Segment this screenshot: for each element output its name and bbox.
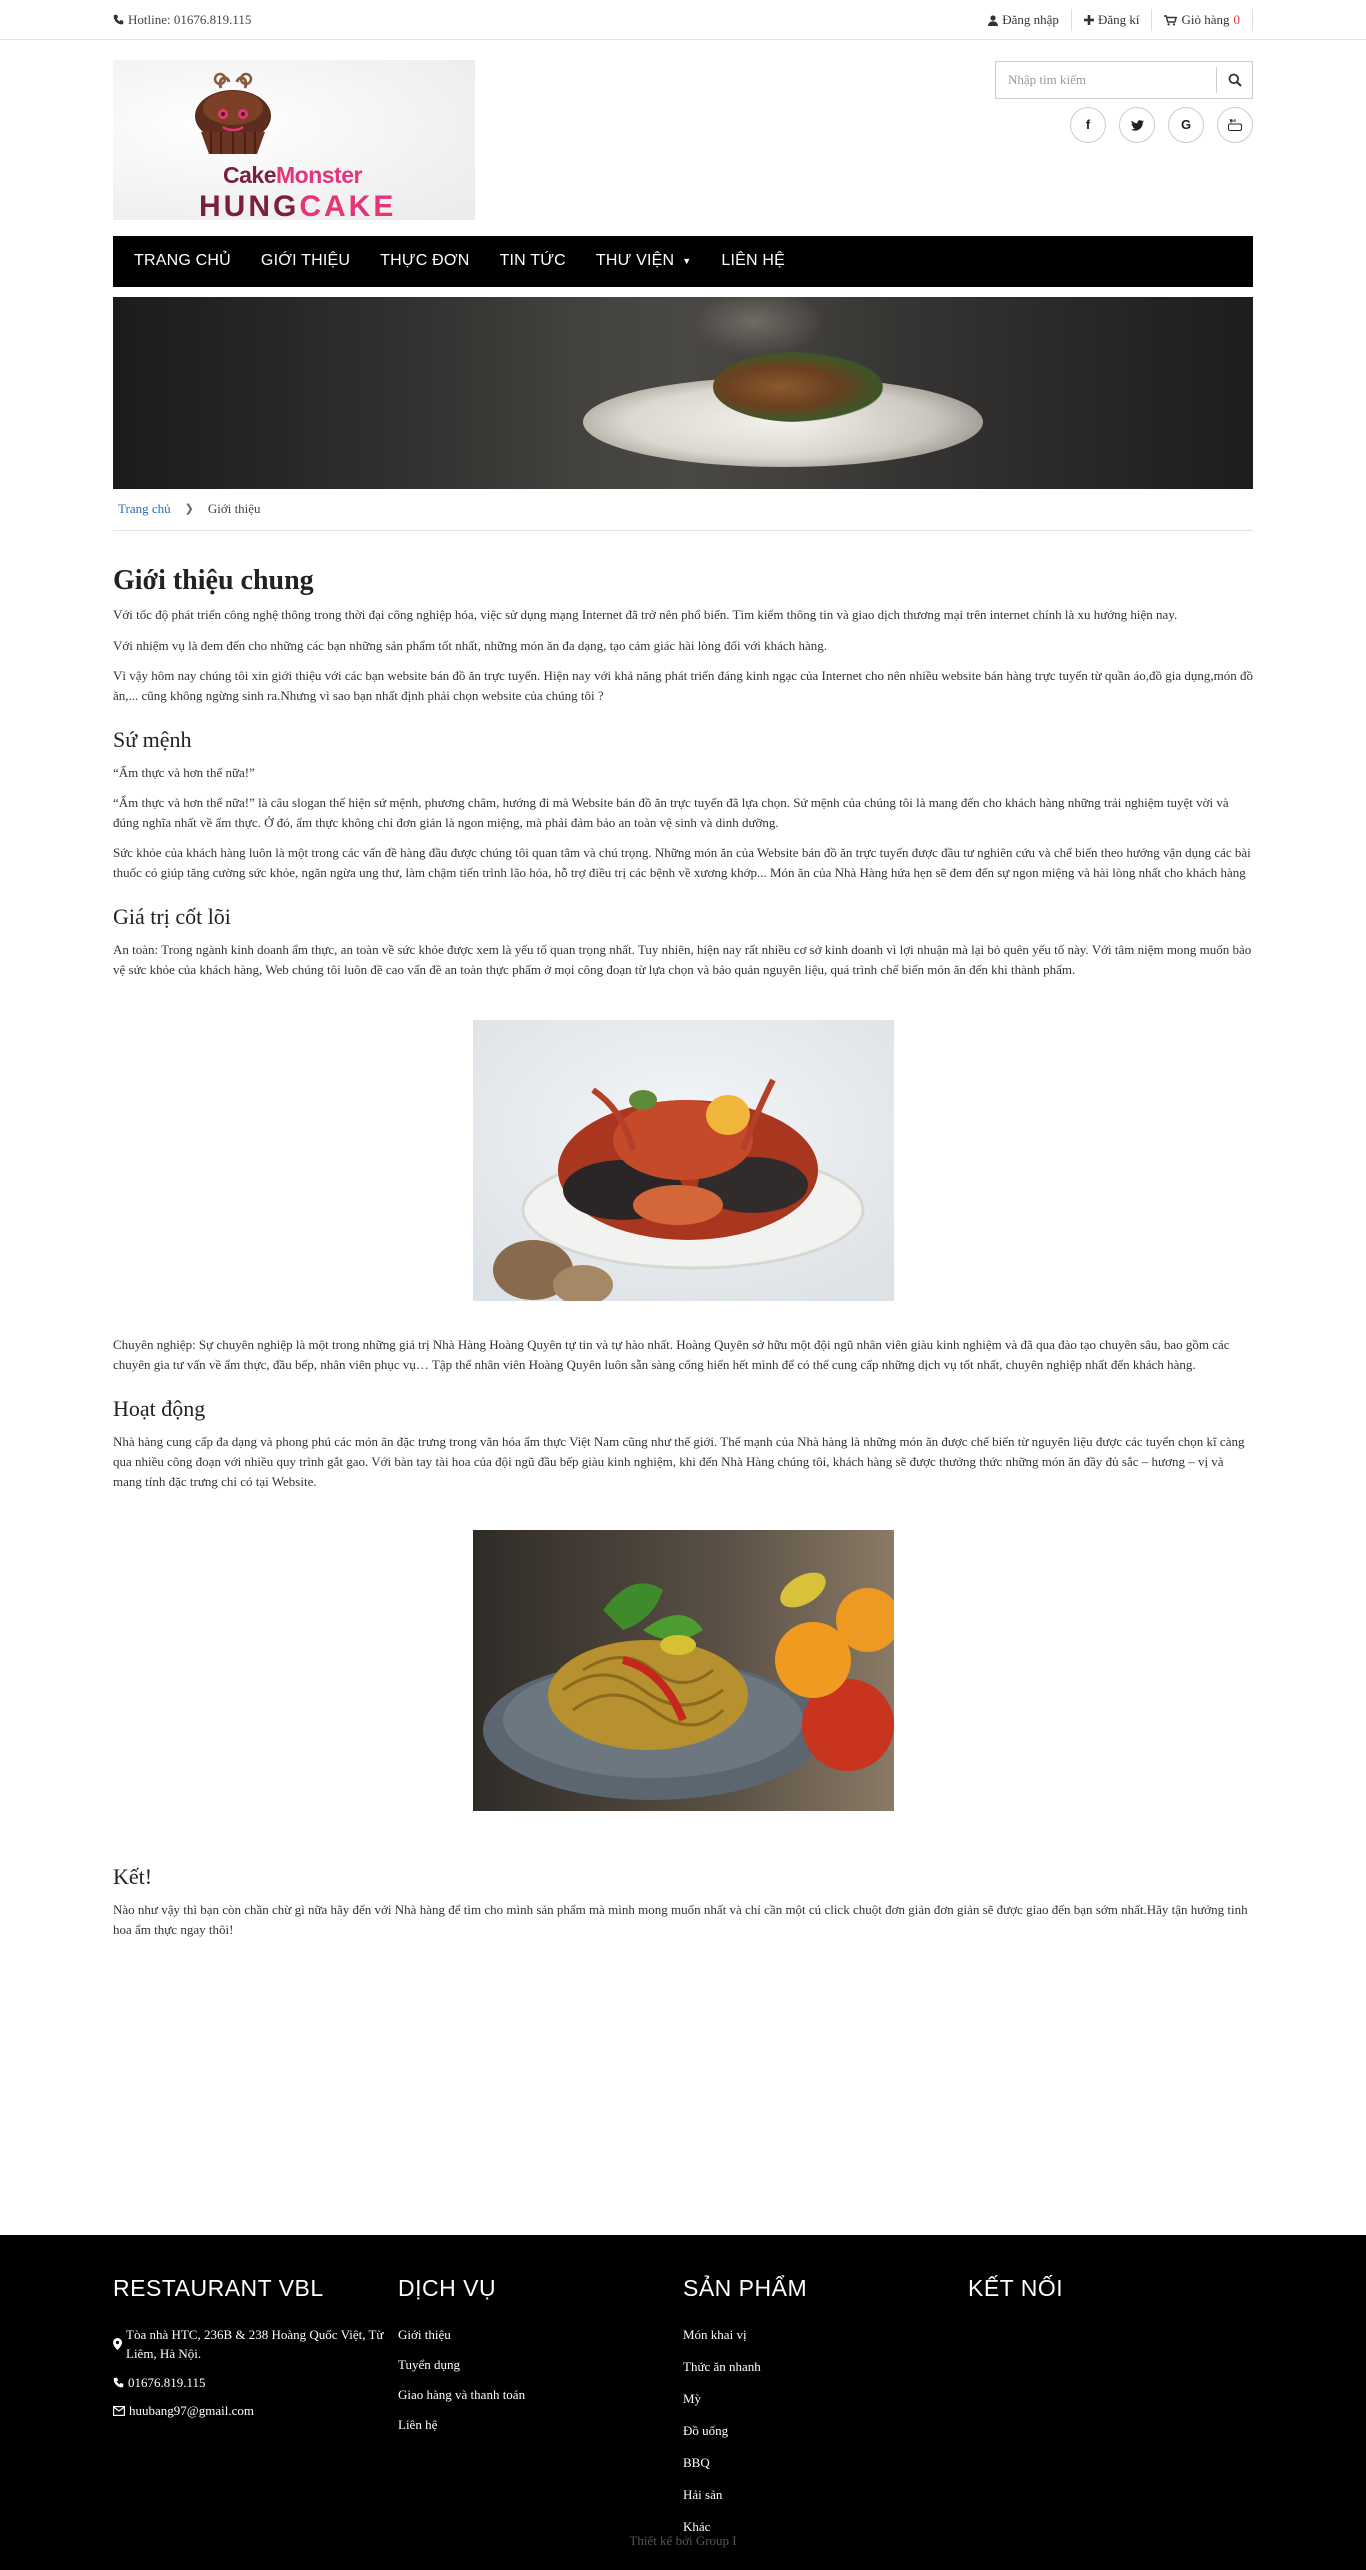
footer-link-appetizer[interactable]: Món khai vị: [683, 2325, 968, 2345]
hero-banner: [113, 297, 1253, 489]
register-link[interactable]: Đăng kí: [1070, 9, 1152, 31]
footer-phone-text: 01676.819.115: [128, 2374, 206, 2390]
values-heading: Giá trị cốt lõi: [113, 904, 231, 930]
cart-label: Giỏ hàng: [1181, 11, 1230, 27]
footer-address-text: Tòa nhà HTC, 236B & 238 Hoàng Quốc Việt,…: [126, 2326, 384, 2362]
nav-item-home[interactable]: TRANG CHỦ: [119, 236, 246, 287]
footer-email-text[interactable]: huubang97@gmail.com: [129, 2401, 254, 2421]
main-content: Giới thiệu chung Với tốc độ phát triển c…: [113, 531, 1253, 1940]
user-icon: [988, 14, 999, 26]
footer-link-recruitment[interactable]: Tuyển dụng: [398, 2355, 683, 2375]
mission-paragraph-2: “Ẩm thực và hơn thế nữa!” là câu slogan …: [113, 794, 1229, 830]
end-heading: Kết!: [113, 1864, 153, 1890]
cupcake-icon: [195, 72, 271, 154]
social-links: f G: [1070, 107, 1253, 143]
twitter-icon[interactable]: [1119, 107, 1155, 143]
footer-copyright: Thiết kế bởi Group I: [629, 2533, 737, 2548]
footer-link-drinks[interactable]: Đồ uống: [683, 2421, 968, 2441]
youtube-icon[interactable]: [1217, 107, 1253, 143]
cart-count: 0: [1233, 11, 1241, 27]
envelope-icon: [113, 2401, 125, 2421]
footer-col-connect: KẾT NỐI: [968, 2271, 1253, 2550]
top-bar: Hotline: 01676.819.115 Đăng nhập Đăng kí: [0, 0, 1366, 40]
cart-icon: [1164, 14, 1178, 26]
plus-icon: [1083, 15, 1094, 25]
search-input[interactable]: [996, 62, 1216, 98]
login-label: Đăng nhập: [1002, 11, 1059, 27]
logo-line2: HUNGCAKE: [199, 190, 397, 223]
footer-title-restaurant: RESTAURANT VBL: [113, 2275, 324, 2301]
pasta-image: [472, 1530, 894, 1812]
search-icon: [1228, 73, 1242, 87]
footer-link-bbq[interactable]: BBQ: [683, 2453, 968, 2473]
footer-phone: 01676.819.115: [113, 2373, 398, 2393]
hotline: Hotline: 01676.819.115: [113, 10, 251, 30]
chevron-right-icon: ❯: [184, 502, 194, 515]
header: CakeMonster HUNGCAKE f G: [113, 40, 1253, 236]
nav-item-about[interactable]: GIỚI THIỆU: [246, 236, 365, 287]
logo[interactable]: CakeMonster HUNGCAKE: [113, 60, 475, 223]
page: Hotline: 01676.819.115 Đăng nhập Đăng kí: [0, 0, 1366, 2570]
footer: RESTAURANT VBL Tòa nhà HTC, 236B & 238 H…: [0, 2235, 1366, 2570]
values-paragraph-1: An toàn: Trong ngành kinh doanh ẩm thực,…: [113, 941, 1252, 977]
footer-title-services: DỊCH VỤ: [398, 2275, 497, 2301]
footer-link-seafood[interactable]: Hải sản: [683, 2485, 968, 2505]
footer-email: huubang97@gmail.com: [113, 2401, 398, 2421]
nav-item-library[interactable]: THƯ VIỆN ▼: [581, 236, 707, 287]
seafood-image: [472, 1020, 894, 1302]
footer-link-fastfood[interactable]: Thức ăn nhanh: [683, 2357, 968, 2377]
mission-paragraph-3: Sức khỏe của khách hàng luôn là một tron…: [113, 844, 1251, 881]
nav-item-library-label: THƯ VIỆN: [595, 252, 675, 270]
footer-link-contact[interactable]: Liên hệ: [398, 2415, 683, 2435]
search-box: [995, 61, 1253, 99]
activity-heading: Hoạt động: [113, 1396, 206, 1422]
intro-paragraph-3: Vì vậy hôm nay chúng tôi xin giới thiệu …: [113, 667, 1253, 703]
intro-paragraph-2: Với nhiệm vụ là đem đến cho những các bạ…: [113, 637, 827, 653]
activity-paragraph-1: Nhà hàng cung cấp đa dạng và phong phú c…: [113, 1434, 1245, 1490]
values-paragraph-2: Chuyên nghiệp: Sự chuyên nghiệp là một t…: [113, 1337, 1230, 1373]
footer-link-delivery[interactable]: Giao hàng và thanh toán: [398, 2385, 683, 2405]
account-links: Đăng nhập Đăng kí Giỏ hàng 0: [976, 9, 1253, 31]
end-paragraph: Nào như vậy thì bạn còn chần chừ gì nữa …: [113, 1902, 1248, 1938]
footer-title-connect: KẾT NỐI: [968, 2275, 1064, 2301]
footer-col-services: DỊCH VỤ Giới thiệu Tuyển dụng Giao hàng …: [398, 2271, 683, 2550]
facebook-icon[interactable]: f: [1070, 107, 1106, 143]
nav-item-news[interactable]: TIN TỨC: [485, 236, 581, 287]
mission-heading: Sứ mệnh: [113, 726, 192, 752]
footer-link-noodle[interactable]: Mỳ: [683, 2389, 968, 2409]
breadcrumb-home[interactable]: Trang chủ: [118, 499, 171, 519]
phone-icon: [113, 2373, 124, 2393]
search-button[interactable]: [1216, 67, 1252, 93]
register-label: Đăng kí: [1097, 11, 1140, 27]
nav-item-contact[interactable]: LIÊN HỆ: [706, 236, 800, 287]
main-nav: TRANG CHỦ GIỚI THIỆU THỰC ĐƠN TIN TỨC TH…: [113, 236, 1253, 287]
phone-icon: [113, 14, 124, 25]
page-title: Giới thiệu chung: [113, 565, 314, 596]
footer-col-contact: RESTAURANT VBL Tòa nhà HTC, 236B & 238 H…: [113, 2271, 398, 2550]
footer-link-about[interactable]: Giới thiệu: [398, 2325, 683, 2345]
breadcrumb-current: Giới thiệu: [207, 501, 261, 517]
cart-link[interactable]: Giỏ hàng 0: [1151, 9, 1253, 31]
map-marker-icon: [113, 2325, 122, 2364]
chevron-down-icon: ▼: [682, 255, 692, 266]
intro-paragraph-1: Với tốc độ phát triển công nghệ thông tr…: [113, 607, 1178, 623]
footer-col-products: SẢN PHẨM Món khai vị Thức ăn nhanh Mỳ Đồ…: [683, 2271, 968, 2550]
mission-paragraph-1: “Ẩm thực và hơn thế nữa!”: [113, 764, 255, 780]
breadcrumb: Trang chủ ❯ Giới thiệu: [113, 489, 1253, 531]
footer-address: Tòa nhà HTC, 236B & 238 Hoàng Quốc Việt,…: [113, 2325, 398, 2364]
google-icon[interactable]: G: [1168, 107, 1204, 143]
nav-item-menu[interactable]: THỰC ĐƠN: [365, 236, 484, 287]
login-link[interactable]: Đăng nhập: [976, 9, 1071, 31]
footer-title-products: SẢN PHẨM: [683, 2275, 808, 2301]
hotline-text: Hotline: 01676.819.115: [128, 11, 252, 27]
